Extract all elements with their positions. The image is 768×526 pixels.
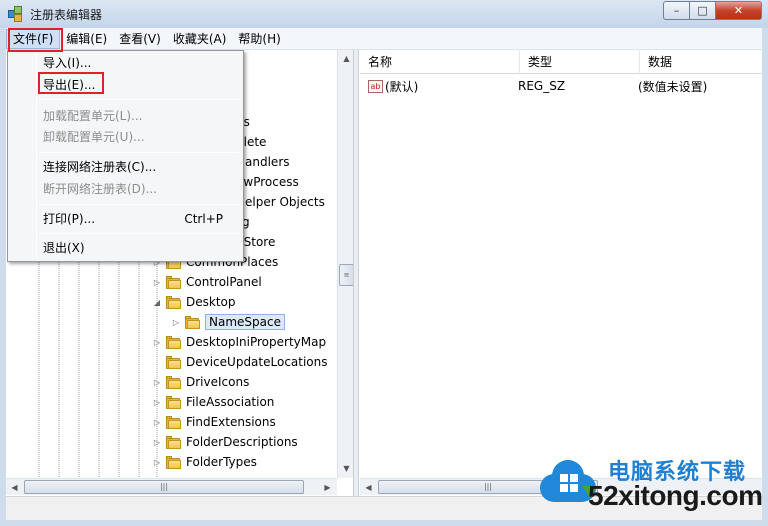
tree-item-label: FindExtensions [186, 415, 276, 429]
value-name: (默认) [385, 79, 419, 94]
values-list-pane[interactable]: 名称 类型 数据 ab (默认) REG_SZ (数值未设置) ◀ ||| [360, 50, 762, 496]
tree-item-driveicons[interactable]: ▷ DriveIcons [152, 372, 249, 392]
scroll-down-arrow-icon[interactable]: ▼ [338, 460, 353, 477]
menu-favorites[interactable]: 收藏夹(A) [167, 29, 233, 49]
scroll-thumb[interactable]: ≡ [339, 264, 353, 286]
expand-arrow-icon[interactable]: ▷ [152, 398, 162, 407]
column-header-type[interactable]: 类型 [520, 50, 640, 74]
tree-item-foldertypes[interactable]: ▷ FolderTypes [152, 452, 257, 472]
folder-icon [166, 435, 182, 449]
tree-horizontal-scrollbar[interactable]: ◀ ||| ▶ [6, 478, 337, 495]
tree-item-label: ControlPanel [186, 275, 262, 289]
scroll-left-arrow-icon[interactable]: ◀ [6, 479, 23, 496]
folder-icon [166, 275, 182, 289]
collapse-arrow-icon[interactable]: ◢ [152, 298, 162, 307]
list-header: 名称 类型 数据 [360, 50, 762, 74]
file-menu-dropdown: 导入(I)... 导出(E)... 加载配置单元(L)... 卸载配置单元(U)… [7, 50, 244, 262]
menu-item-connect-network-registry[interactable]: 连接网络注册表(C)... [10, 157, 241, 177]
print-shortcut: Ctrl+P [184, 212, 223, 226]
expand-arrow-icon[interactable]: ▷ [152, 458, 162, 467]
tree-vertical-scrollbar[interactable]: ▲ ≡ ▼ [337, 50, 353, 478]
scroll-thumb[interactable]: ||| [24, 480, 304, 494]
tree-item-label: ewProcess [236, 175, 299, 189]
folder-icon [166, 335, 182, 349]
menu-item-export[interactable]: 导出(E)... [10, 75, 241, 95]
tree-item-deviceupdatelocations[interactable]: DeviceUpdateLocations [152, 352, 328, 372]
tree-item-desktop[interactable]: ◢ Desktop [152, 292, 236, 312]
folder-icon [166, 415, 182, 429]
site-watermark: 电脑系统下载 52xitong.com [536, 450, 764, 520]
pane-splitter[interactable] [354, 50, 359, 496]
expand-arrow-icon[interactable]: ▷ [152, 278, 162, 287]
tree-item-label: FolderTypes [186, 455, 257, 469]
tree-item-partial[interactable]: Helper Objects [236, 192, 325, 212]
expand-arrow-icon[interactable]: ▷ [152, 438, 162, 447]
menu-separator [39, 99, 239, 100]
tree-item-label: Helper Objects [236, 195, 325, 209]
folder-icon [166, 375, 182, 389]
string-value-icon: ab [368, 79, 383, 93]
folder-icon [166, 355, 182, 369]
tree-item-label: DeviceUpdateLocations [186, 355, 328, 369]
window-controls: – □ ✕ [663, 1, 762, 20]
menu-item-import[interactable]: 导入(I)... [10, 53, 241, 73]
folder-icon [185, 315, 201, 329]
tree-item-desktopinipropertymap[interactable]: ▷ DesktopIniPropertyMap [152, 332, 326, 352]
menu-item-print[interactable]: 打印(P)... Ctrl+P [10, 209, 241, 229]
menu-help[interactable]: 帮助(H) [232, 29, 286, 49]
expand-arrow-icon[interactable]: ▷ [152, 378, 162, 387]
menu-item-unload-hive: 卸载配置单元(U)... [43, 130, 145, 144]
regedit-app-icon [8, 6, 24, 22]
window-title: 注册表编辑器 [30, 7, 103, 22]
open-folder-icon [166, 295, 182, 309]
tree-item-label: Handlers [236, 155, 290, 169]
list-item[interactable]: ab (默认) REG_SZ (数值未设置) [360, 76, 762, 96]
folder-icon [166, 395, 182, 409]
scroll-left-arrow-icon[interactable]: ◀ [360, 479, 377, 496]
tree-item-partial[interactable]: ewProcess [236, 172, 299, 192]
tree-item-label: FileAssociation [186, 395, 275, 409]
watermark-url: 52xitong.com [588, 480, 763, 511]
menu-separator [39, 152, 239, 153]
tree-item-label: Desktop [186, 295, 236, 309]
tree-item-label-selected: NameSpace [205, 314, 285, 330]
minimize-button[interactable]: – [663, 1, 690, 20]
menu-edit[interactable]: 编辑(E) [60, 29, 113, 49]
expand-arrow-icon[interactable]: ▷ [171, 318, 181, 327]
tree-item-namespace[interactable]: ▷ NameSpace [171, 312, 285, 332]
tree-item-findextensions[interactable]: ▷ FindExtensions [152, 412, 276, 432]
menu-bar: 文件(F) 编辑(E) 查看(V) 收藏夹(A) 帮助(H) [6, 28, 762, 50]
scroll-right-arrow-icon[interactable]: ▶ [319, 479, 336, 496]
tree-item-partial[interactable]: Handlers [236, 152, 290, 172]
menu-item-exit[interactable]: 退出(X) [10, 238, 241, 258]
tree-item-label: DriveIcons [186, 375, 250, 389]
close-button[interactable]: ✕ [716, 1, 762, 20]
value-data: (数值未设置) [638, 79, 708, 94]
tree-item-label: FolderDescriptions [186, 435, 298, 449]
tree-item-label: DesktopIniPropertyMap [186, 335, 327, 349]
expand-arrow-icon[interactable]: ▷ [152, 418, 162, 427]
value-type: REG_SZ [518, 79, 566, 93]
folder-icon [166, 455, 182, 469]
title-bar: 注册表编辑器 – □ ✕ [0, 0, 768, 28]
tree-item-fileassociation[interactable]: ▷ FileAssociation [152, 392, 274, 412]
tree-item-folderdescriptions[interactable]: ▷ FolderDescriptions [152, 432, 298, 452]
menu-item-disconnect-network-registry: 断开网络注册表(D)... [43, 182, 158, 196]
menu-item-load-hive: 加载配置单元(L)... [43, 109, 143, 123]
column-header-data[interactable]: 数据 [640, 50, 762, 74]
menu-separator [39, 204, 239, 205]
menu-item-print-label: 打印(P)... [43, 212, 96, 226]
expand-arrow-icon[interactable]: ▷ [152, 338, 162, 347]
scroll-up-arrow-icon[interactable]: ▲ [338, 50, 353, 67]
menu-view[interactable]: 查看(V) [113, 29, 167, 49]
tree-item-controlpanel[interactable]: ▷ ControlPanel [152, 272, 262, 292]
menu-separator [39, 233, 239, 234]
maximize-button[interactable]: □ [690, 1, 716, 20]
column-header-name[interactable]: 名称 [360, 50, 520, 74]
menu-file[interactable]: 文件(F) [6, 28, 61, 49]
